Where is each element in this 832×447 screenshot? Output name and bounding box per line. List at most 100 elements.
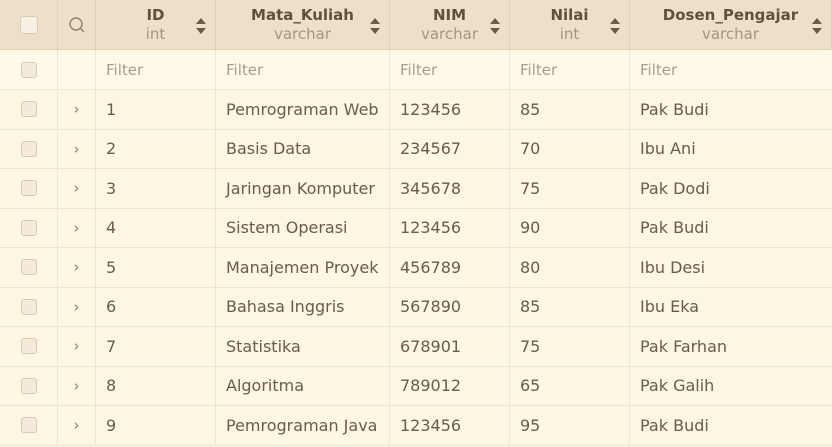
row-checkbox-cell (0, 327, 58, 366)
cell-mata-kuliah[interactable]: Manajemen Proyek (216, 248, 390, 287)
filter-row: Filter Filter Filter Filter Filter (0, 50, 832, 90)
chevron-right-icon[interactable]: › (74, 179, 80, 197)
table-row[interactable]: › 4 Sistem Operasi 123456 90 Pak Budi (0, 208, 832, 248)
row-checkbox[interactable] (20, 298, 37, 315)
cell-nim[interactable]: 123456 (390, 90, 510, 129)
column-header-nilai[interactable]: Nilai int (510, 0, 630, 49)
table-row[interactable]: › 9 Pemrograman Java 123456 95 Pak Budi (0, 406, 832, 446)
cell-nim[interactable]: 234567 (390, 129, 510, 168)
cell-mata-kuliah[interactable]: Jaringan Komputer (216, 169, 390, 208)
filter-checkbox-cell (0, 50, 58, 89)
row-checkbox[interactable] (20, 219, 37, 236)
table-row[interactable]: › 2 Basis Data 234567 70 Ibu Ani (0, 129, 832, 169)
cell-mata-kuliah[interactable]: Sistem Operasi (216, 208, 390, 247)
cell-nilai[interactable]: 80 (510, 248, 630, 287)
sort-icon[interactable] (609, 16, 621, 36)
cell-nim[interactable]: 567890 (390, 287, 510, 326)
cell-nilai[interactable]: 85 (510, 90, 630, 129)
cell-nim[interactable]: 123456 (390, 406, 510, 445)
chevron-right-icon[interactable]: › (74, 337, 80, 355)
cell-nilai[interactable]: 95 (510, 406, 630, 445)
cell-nilai[interactable]: 75 (510, 169, 630, 208)
chevron-right-icon[interactable]: › (74, 416, 80, 434)
row-checkbox[interactable] (20, 338, 37, 355)
row-checkbox[interactable] (20, 377, 37, 394)
cell-id[interactable]: 8 (96, 366, 216, 405)
sort-icon[interactable] (811, 16, 823, 36)
cell-mata-kuliah[interactable]: Statistika (216, 327, 390, 366)
cell-id[interactable]: 2 (96, 129, 216, 168)
chevron-right-icon[interactable]: › (74, 100, 80, 118)
cell-dosen-pengajar[interactable]: Ibu Desi (630, 248, 832, 287)
cell-nim[interactable]: 456789 (390, 248, 510, 287)
sort-icon[interactable] (489, 16, 501, 36)
filter-input-nim[interactable]: Filter (390, 50, 510, 89)
cell-nim[interactable]: 123456 (390, 208, 510, 247)
chevron-right-icon[interactable]: › (74, 140, 80, 158)
cell-nilai[interactable]: 90 (510, 208, 630, 247)
table-row[interactable]: › 1 Pemrograman Web 123456 85 Pak Budi (0, 90, 832, 130)
row-checkbox[interactable] (20, 259, 37, 276)
row-checkbox-cell (0, 406, 58, 445)
cell-mata-kuliah[interactable]: Pemrograman Java (216, 406, 390, 445)
cell-mata-kuliah[interactable]: Algoritma (216, 366, 390, 405)
cell-dosen-pengajar[interactable]: Ibu Eka (630, 288, 832, 327)
table-row[interactable]: › 6 Bahasa Inggris 567890 85 Ibu Eka (0, 287, 832, 327)
row-checkbox-cell (0, 366, 58, 405)
cell-id[interactable]: 4 (96, 208, 216, 247)
cell-id[interactable]: 7 (96, 327, 216, 366)
cell-id[interactable]: 5 (96, 248, 216, 287)
row-checkbox[interactable] (20, 101, 37, 118)
column-header-nim[interactable]: NIM varchar (390, 0, 510, 49)
cell-id[interactable]: 3 (96, 169, 216, 208)
column-name: NIM (432, 5, 467, 24)
filter-input-dosen-pengajar[interactable]: Filter (630, 50, 832, 89)
row-checkbox[interactable] (20, 180, 37, 197)
cell-mata-kuliah[interactable]: Bahasa Inggris (216, 287, 390, 326)
sort-icon[interactable] (369, 16, 381, 36)
filter-input-nilai[interactable]: Filter (510, 50, 630, 89)
cell-nilai[interactable]: 70 (510, 129, 630, 168)
column-name: ID (146, 5, 165, 24)
cell-nilai[interactable]: 75 (510, 327, 630, 366)
table-row[interactable]: › 8 Algoritma 789012 65 Pak Galih (0, 366, 832, 406)
filter-input-mata-kuliah[interactable]: Filter (216, 50, 390, 89)
cell-nim[interactable]: 345678 (390, 169, 510, 208)
chevron-right-icon[interactable]: › (74, 377, 80, 395)
cell-nilai[interactable]: 65 (510, 366, 630, 405)
table-row[interactable]: › 3 Jaringan Komputer 345678 75 Pak Dodi (0, 169, 832, 209)
cell-dosen-pengajar[interactable]: Pak Galih (630, 367, 832, 406)
cell-dosen-pengajar[interactable]: Pak Farhan (630, 327, 832, 366)
chevron-right-icon[interactable]: › (74, 258, 80, 276)
filter-input-id[interactable]: Filter (96, 50, 216, 89)
chevron-right-icon[interactable]: › (74, 219, 80, 237)
cell-mata-kuliah[interactable]: Basis Data (216, 129, 390, 168)
cell-mata-kuliah[interactable]: Pemrograman Web (216, 90, 390, 129)
row-checkbox-cell (0, 208, 58, 247)
cell-id[interactable]: 6 (96, 287, 216, 326)
cell-id[interactable]: 9 (96, 406, 216, 445)
cell-dosen-pengajar[interactable]: Pak Dodi (630, 169, 832, 208)
chevron-right-icon[interactable]: › (74, 298, 80, 316)
select-all-checkbox[interactable] (19, 15, 38, 34)
row-checkbox[interactable] (20, 140, 37, 157)
row-checkbox[interactable] (20, 417, 37, 434)
cell-nim[interactable]: 789012 (390, 366, 510, 405)
sort-icon[interactable] (195, 16, 207, 36)
cell-dosen-pengajar[interactable]: Pak Budi (630, 90, 832, 129)
cell-dosen-pengajar[interactable]: Pak Budi (630, 209, 832, 248)
search-icon[interactable] (68, 16, 86, 34)
column-name: Nilai (550, 5, 589, 24)
cell-nilai[interactable]: 85 (510, 287, 630, 326)
column-header-dosen-pengajar[interactable]: Dosen_Pengajar varchar (630, 0, 832, 49)
column-header-mata-kuliah[interactable]: Mata_Kuliah varchar (216, 0, 390, 49)
column-header-id[interactable]: ID int (96, 0, 216, 49)
table-row[interactable]: › 5 Manajemen Proyek 456789 80 Ibu Desi (0, 248, 832, 288)
cell-dosen-pengajar[interactable]: Ibu Ani (630, 130, 832, 169)
filter-row-checkbox[interactable] (20, 61, 37, 78)
column-name: Dosen_Pengajar (662, 5, 799, 24)
cell-id[interactable]: 1 (96, 90, 216, 129)
cell-nim[interactable]: 678901 (390, 327, 510, 366)
table-row[interactable]: › 7 Statistika 678901 75 Pak Farhan (0, 327, 832, 367)
cell-dosen-pengajar[interactable]: Pak Budi (630, 406, 832, 445)
